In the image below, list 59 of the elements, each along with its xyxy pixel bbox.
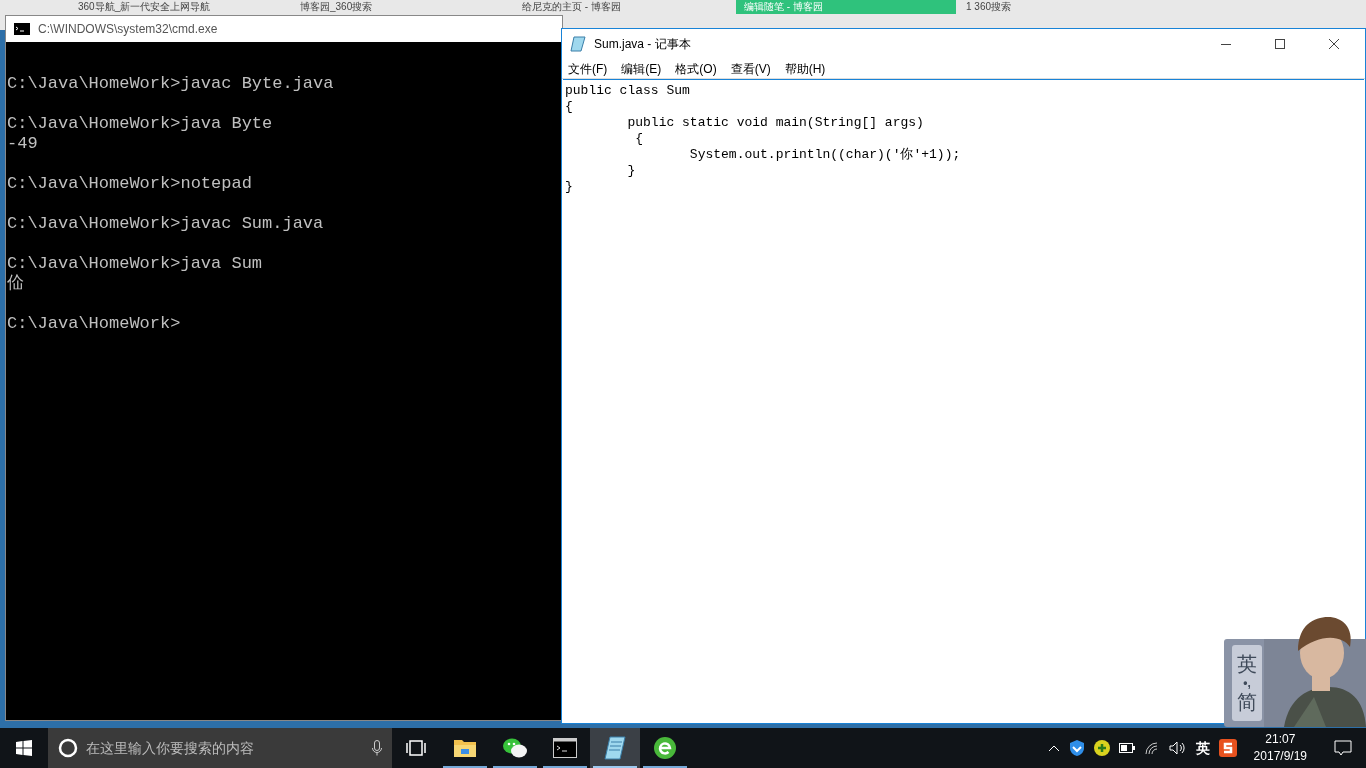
console-line: 佡 <box>7 274 24 294</box>
code-line: } <box>626 163 636 179</box>
maximize-icon[interactable] <box>1275 39 1285 49</box>
terminal-icon <box>553 738 577 758</box>
microphone-icon[interactable] <box>372 740 382 756</box>
browser-tab[interactable]: 1 360搜索 <box>958 0 1178 14</box>
ime-punctuation-label: •, <box>1243 676 1251 690</box>
folder-icon <box>453 737 477 759</box>
wifi-icon[interactable] <box>1143 741 1160 755</box>
clock-date: 2017/9/19 <box>1253 748 1307 765</box>
minimize-icon[interactable] <box>1221 43 1231 45</box>
ime-script-label: 简 <box>1237 690 1257 714</box>
console-line: C:\Java\HomeWork>java Sum <box>7 254 263 274</box>
sogou-s-icon[interactable] <box>1218 739 1237 757</box>
code-line: System.out.println((char)('你'+1)); <box>688 147 961 163</box>
clock[interactable]: 21:07 2017/9/19 <box>1245 731 1315 765</box>
code-line: { <box>634 131 644 147</box>
browser-tab[interactable]: 博客园_360搜索 <box>292 0 512 14</box>
code-line: } <box>565 179 573 195</box>
console-line: -49 <box>7 134 38 154</box>
console-line: C:\Java\HomeWork> <box>7 314 181 334</box>
menu-item[interactable]: 查看(V) <box>730 59 771 78</box>
close-icon[interactable] <box>1329 39 1339 49</box>
console-line: C:\Java\HomeWork>javac Byte.java <box>7 74 334 94</box>
terminal-icon <box>14 23 30 35</box>
globe-e-icon <box>653 736 677 760</box>
search-field[interactable]: 在这里输入你要搜索的内容 <box>86 737 364 759</box>
menu-item[interactable]: 格式(O) <box>675 59 717 78</box>
task-view-icon <box>406 740 426 756</box>
taskbar-app-button[interactable] <box>590 728 640 768</box>
notification-icon[interactable] <box>1334 740 1352 756</box>
windows-logo-icon <box>16 740 32 756</box>
browser-tab[interactable]: 给尼克的主页 - 博客园 <box>514 0 734 14</box>
plus-icon[interactable] <box>1093 740 1110 756</box>
notepad-icon <box>570 36 586 52</box>
code-line: { <box>565 99 573 115</box>
chevron-up-icon[interactable] <box>1047 744 1060 752</box>
console-line: C:\Java\HomeWork>javac Sum.java <box>7 214 324 234</box>
window-title: Sum.java - 记事本 <box>594 36 691 53</box>
cortana-circle-icon <box>58 738 78 758</box>
console-line: C:\Java\HomeWork>notepad <box>7 174 252 194</box>
ime-mode-toggle[interactable]: 英 •, 简 <box>1232 645 1262 721</box>
window-title: C:\WINDOWS\system32\cmd.exe <box>38 21 218 38</box>
ime-language-label: 英 <box>1237 652 1257 676</box>
menu-item[interactable]: 编辑(E) <box>621 59 662 78</box>
shield-icon[interactable] <box>1068 739 1085 757</box>
menu-item[interactable]: 帮助(H) <box>784 59 826 78</box>
speaker-icon[interactable] <box>1168 741 1187 755</box>
search-box[interactable]: 在这里输入你要搜索的内容 <box>48 728 392 768</box>
chat-bubbles-icon <box>502 737 528 759</box>
console-line: C:\Java\HomeWork>java Byte <box>7 114 273 134</box>
clock-time: 21:07 <box>1265 731 1296 748</box>
code-line: public class Sum <box>565 83 690 99</box>
battery-icon[interactable] <box>1118 743 1135 753</box>
menu-item[interactable]: 文件(F) <box>568 59 608 78</box>
input-language-indicator[interactable]: 英 <box>1195 737 1210 759</box>
code-line: public static void main(String[] args) <box>626 115 924 131</box>
notepad-icon <box>604 736 626 760</box>
browser-tab[interactable]: 360导航_新一代安全上网导航 <box>70 0 290 14</box>
